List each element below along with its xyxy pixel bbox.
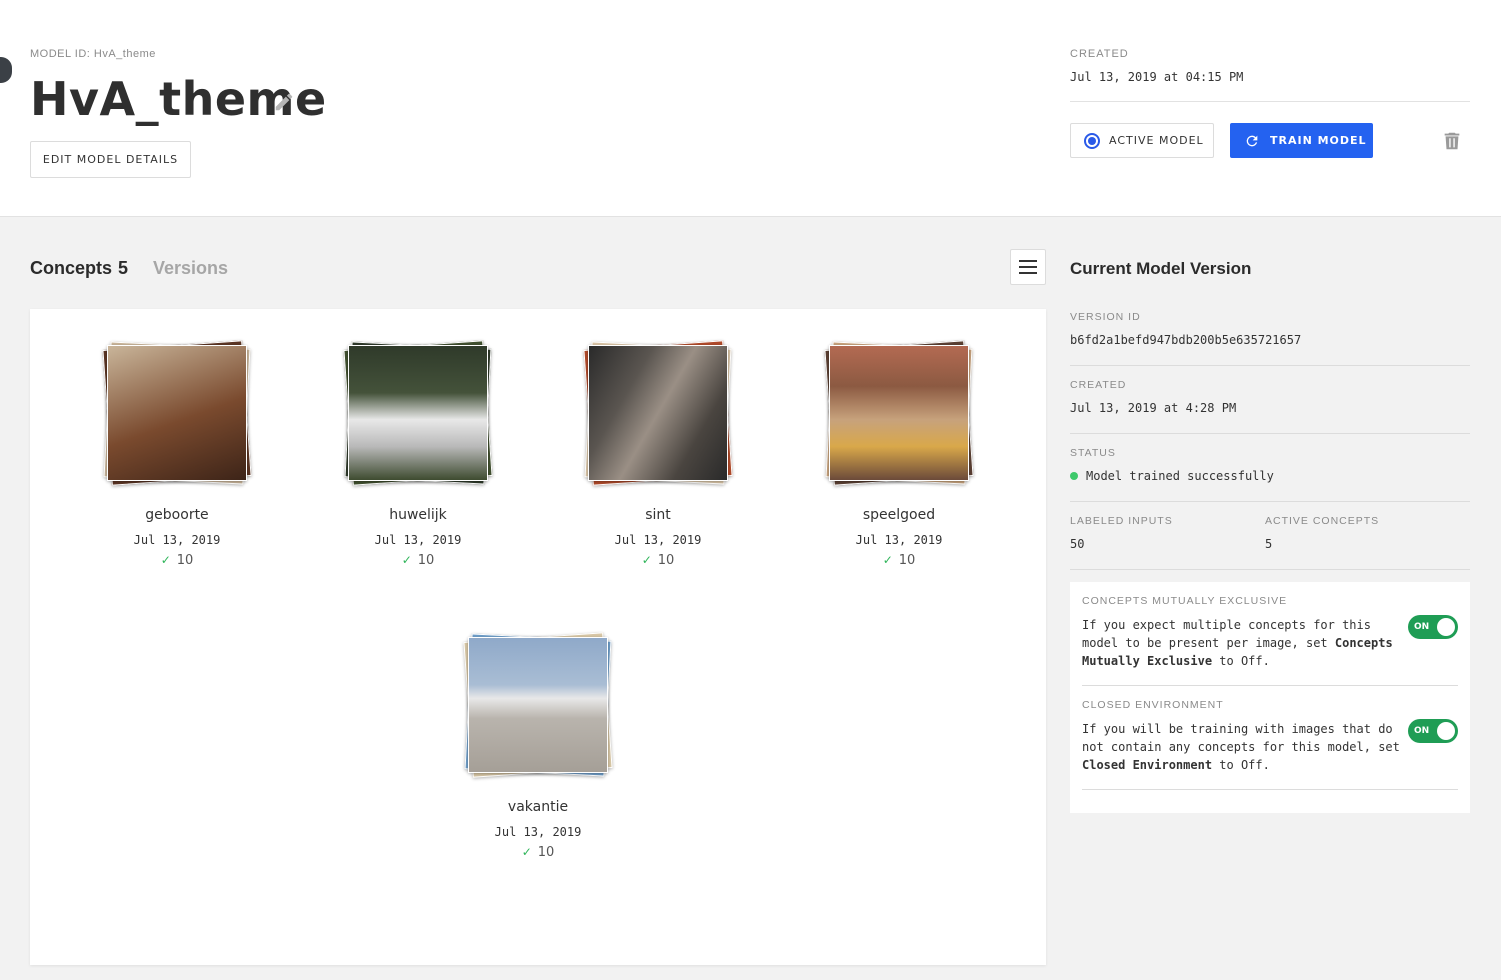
concept-count-value: 10 (898, 553, 916, 568)
concept-count: ✓ 10 (318, 553, 518, 568)
divider (1082, 789, 1458, 790)
concept-date: Jul 13, 2019 (494, 825, 582, 839)
closed-environment-toggle[interactable]: ON (1408, 719, 1458, 743)
photo-thumbnail (107, 345, 247, 481)
description-text: to Off. (1212, 654, 1270, 668)
divider (1070, 365, 1470, 366)
hamburger-menu-icon (1019, 260, 1037, 274)
status-text: Model trained successfully (1086, 469, 1274, 483)
photo-thumbnail (829, 345, 969, 481)
status-label: STATUS (1070, 447, 1116, 459)
version-created-value: Jul 13, 2019 at 4:28 PM (1070, 401, 1237, 415)
status-value: Model trained successfully (1070, 469, 1274, 483)
concept-count-value: 10 (176, 553, 194, 568)
description-bold: Closed Environment (1082, 758, 1213, 772)
image-stack (97, 337, 257, 487)
version-id-label: VERSION ID (1070, 311, 1141, 323)
check-icon: ✓ (401, 553, 412, 567)
concept-card-vakantie[interactable]: vakantie Jul 13, 2019 ✓ 10 (438, 629, 638, 860)
check-icon: ✓ (521, 845, 532, 859)
concept-card-huwelijk[interactable]: huwelijk Jul 13, 2019 ✓ 10 (318, 337, 518, 568)
concept-count-value: 10 (657, 553, 675, 568)
concept-count: ✓ 10 (438, 845, 638, 860)
photo-thumbnail (348, 345, 488, 481)
divider (1070, 433, 1470, 434)
concepts-grid: geboorte Jul 13, 2019 ✓ 10 huwelijk Jul 1… (30, 309, 1046, 965)
status-dot-icon (1070, 472, 1078, 480)
concept-count: ✓ 10 (799, 553, 999, 568)
concept-count-value: 10 (417, 553, 435, 568)
sidebar-collapse-handle[interactable] (0, 57, 12, 83)
photo-thumbnail (588, 345, 728, 481)
tab-concepts[interactable]: Concepts 5 (30, 258, 128, 279)
concept-name: vakantie (507, 799, 569, 815)
concept-date: Jul 13, 2019 (614, 533, 702, 547)
toggle-knob (1437, 618, 1455, 636)
photo-thumbnail (468, 637, 608, 773)
concept-count: ✓ 10 (77, 553, 277, 568)
divider (1070, 101, 1470, 102)
image-stack (819, 337, 979, 487)
concept-card-sint[interactable]: sint Jul 13, 2019 ✓ 10 (558, 337, 758, 568)
image-stack (458, 629, 618, 779)
created-value: Jul 13, 2019 at 04:15 PM (1070, 70, 1244, 84)
model-header: MODEL ID: HvA_theme HvA_theme EDIT MODEL… (0, 0, 1501, 217)
description-text: If you will be training with images that… (1082, 722, 1400, 754)
active-model-label: ACTIVE MODEL (1109, 134, 1204, 147)
train-model-button[interactable]: TRAIN MODEL (1230, 123, 1373, 158)
divider (1082, 685, 1458, 686)
tab-versions[interactable]: Versions (153, 258, 228, 279)
mutually-exclusive-toggle[interactable]: ON (1408, 615, 1458, 639)
concept-name: speelgoed (862, 507, 936, 523)
concept-card-geboorte[interactable]: geboorte Jul 13, 2019 ✓ 10 (77, 337, 277, 568)
description-text: If you expect multiple concepts for this… (1082, 618, 1371, 650)
concept-date: Jul 13, 2019 (133, 533, 221, 547)
train-model-label: TRAIN MODEL (1270, 134, 1367, 147)
current-model-version-title: Current Model Version (1070, 259, 1252, 278)
concept-date: Jul 13, 2019 (855, 533, 943, 547)
concept-name: huwelijk (389, 507, 447, 523)
divider (1070, 501, 1470, 502)
trash-icon[interactable] (1441, 130, 1463, 152)
concept-name: sint (645, 507, 671, 523)
created-label: CREATED (1070, 48, 1129, 60)
concepts-count: 5 (118, 258, 129, 278)
toggle-state: ON (1414, 726, 1430, 736)
pencil-icon[interactable] (273, 91, 295, 113)
edit-model-details-button[interactable]: EDIT MODEL DETAILS (30, 141, 191, 178)
toggle-knob (1437, 722, 1455, 740)
tab-concepts-label: Concepts (30, 258, 113, 278)
divider (1070, 569, 1470, 570)
toggle-state: ON (1414, 622, 1430, 632)
list-view-button[interactable] (1010, 249, 1046, 285)
concept-card-speelgoed[interactable]: speelgoed Jul 13, 2019 ✓ 10 (799, 337, 999, 568)
check-icon: ✓ (641, 553, 652, 567)
labeled-inputs-label: LABELED INPUTS (1070, 515, 1173, 527)
active-concepts-value: 5 (1265, 537, 1273, 551)
closed-environment-label: CLOSED ENVIRONMENT (1082, 699, 1224, 711)
closed-environment-description: If you will be training with images that… (1082, 720, 1402, 774)
image-stack (578, 337, 738, 487)
version-id-value: b6fd2a1befd947bdb200b5e635721657 (1070, 333, 1302, 347)
check-icon: ✓ (160, 553, 171, 567)
model-id-label: MODEL ID: HvA_theme (30, 48, 156, 60)
concept-date: Jul 13, 2019 (374, 533, 462, 547)
mutually-exclusive-description: If you expect multiple concepts for this… (1082, 616, 1402, 670)
active-concepts-label: ACTIVE CONCEPTS (1265, 515, 1380, 527)
radio-selected-icon (1084, 132, 1100, 149)
concept-name: geboorte (145, 507, 209, 523)
concept-count: ✓ 10 (558, 553, 758, 568)
concept-count-value: 10 (537, 845, 555, 860)
active-model-button[interactable]: ACTIVE MODEL (1070, 123, 1214, 158)
model-settings-card: CONCEPTS MUTUALLY EXCLUSIVE If you expec… (1070, 582, 1470, 813)
mutually-exclusive-label: CONCEPTS MUTUALLY EXCLUSIVE (1082, 595, 1288, 607)
labeled-inputs-value: 50 (1070, 537, 1085, 551)
check-icon: ✓ (882, 553, 893, 567)
image-stack (338, 337, 498, 487)
refresh-icon (1246, 135, 1258, 146)
description-text: to Off. (1212, 758, 1270, 772)
version-created-label: CREATED (1070, 379, 1127, 391)
